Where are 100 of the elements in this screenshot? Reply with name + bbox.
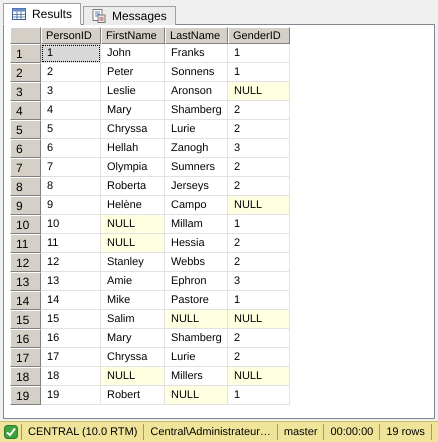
table-cell: Shamberg xyxy=(165,101,228,120)
table-cell: 16 xyxy=(41,329,101,348)
table-cell: Chryssa xyxy=(101,120,165,139)
column-header[interactable]: GenderID xyxy=(228,27,290,44)
row-header[interactable]: 15 xyxy=(10,310,41,329)
table-cell: Robert xyxy=(101,386,165,405)
table-cell: Webbs xyxy=(165,253,228,272)
table-cell: 15 xyxy=(41,310,101,329)
row-header[interactable]: 9 xyxy=(10,196,41,215)
row-header[interactable]: 3 xyxy=(10,82,41,101)
table-cell: NULL xyxy=(165,310,228,329)
table-cell: Campo xyxy=(165,196,228,215)
table-cell: 7 xyxy=(41,158,101,177)
table-cell: 13 xyxy=(41,272,101,291)
row-header[interactable]: 16 xyxy=(10,329,41,348)
table-cell: 3 xyxy=(228,139,290,158)
row-header[interactable]: 10 xyxy=(10,215,41,234)
table-cell: Hellah xyxy=(101,139,165,158)
table-cell: Peter xyxy=(101,63,165,82)
table-cell: Mary xyxy=(101,329,165,348)
table-cell: 2 xyxy=(41,63,101,82)
table-cell: NULL xyxy=(101,367,165,386)
table-cell: Leslie xyxy=(101,82,165,101)
table-cell: Millers xyxy=(165,367,228,386)
table-cell: Lurie xyxy=(165,348,228,367)
column-header[interactable]: PersonID xyxy=(41,27,101,44)
table-cell: NULL xyxy=(228,367,290,386)
table-cell: NULL xyxy=(228,82,290,101)
table-cell: 9 xyxy=(41,196,101,215)
row-header[interactable]: 7 xyxy=(10,158,41,177)
row-header[interactable]: 4 xyxy=(10,101,41,120)
table-cell: 8 xyxy=(41,177,101,196)
table-cell: 1 xyxy=(228,386,290,405)
table-cell: Shamberg xyxy=(165,329,228,348)
table-cell: Salim xyxy=(101,310,165,329)
table-cell: Jerseys xyxy=(165,177,228,196)
row-header[interactable]: 17 xyxy=(10,348,41,367)
table-cell: 2 xyxy=(228,329,290,348)
table-cell: Millam xyxy=(165,215,228,234)
document-icon xyxy=(92,9,106,23)
table-cell: 17 xyxy=(41,348,101,367)
row-header[interactable]: 18 xyxy=(10,367,41,386)
table-cell: 2 xyxy=(228,101,290,120)
table-cell: Mike xyxy=(101,291,165,310)
column-header[interactable]: FirstName xyxy=(101,27,165,44)
status-field: Central\Administrateur… xyxy=(144,424,278,440)
table-cell: Amie xyxy=(101,272,165,291)
row-header[interactable]: 6 xyxy=(10,139,41,158)
table-cell: 1 xyxy=(228,44,290,63)
table-cell: 2 xyxy=(228,253,290,272)
status-field: 00:00:00 xyxy=(324,424,380,440)
table-cell: 4 xyxy=(41,101,101,120)
table-cell: Roberta xyxy=(101,177,165,196)
table-cell: Sumners xyxy=(165,158,228,177)
table-cell: 1 xyxy=(41,44,101,63)
table-cell: Olympia xyxy=(101,158,165,177)
table-cell: NULL xyxy=(101,234,165,253)
table-cell: Franks xyxy=(165,44,228,63)
table-cell: NULL xyxy=(165,386,228,405)
table-cell: John xyxy=(101,44,165,63)
table-cell: 12 xyxy=(41,253,101,272)
table-cell: 14 xyxy=(41,291,101,310)
row-header[interactable]: 19 xyxy=(10,386,41,405)
table-cell: Aronson xyxy=(165,82,228,101)
status-field: CENTRAL (10.0 RTM) xyxy=(22,424,144,440)
column-header[interactable]: LastName xyxy=(165,27,228,44)
status-field: 19 rows xyxy=(380,424,432,440)
row-header[interactable]: 14 xyxy=(10,291,41,310)
table-cell: 2 xyxy=(228,348,290,367)
table-cell: 3 xyxy=(228,272,290,291)
corner-cell xyxy=(10,27,41,44)
table-cell: Stanley xyxy=(101,253,165,272)
row-header[interactable]: 12 xyxy=(10,253,41,272)
table-cell: Ephron xyxy=(165,272,228,291)
table-cell: Pastore xyxy=(165,291,228,310)
table-cell: 1 xyxy=(228,291,290,310)
status-field: master xyxy=(278,424,324,440)
table-cell: 18 xyxy=(41,367,101,386)
table-cell: 6 xyxy=(41,139,101,158)
table-cell: Sonnens xyxy=(165,63,228,82)
table-cell: 2 xyxy=(228,158,290,177)
table-cell: 11 xyxy=(41,234,101,253)
table-cell: 2 xyxy=(228,234,290,253)
tab[interactable]: Messages xyxy=(83,6,176,25)
table-cell: Helène xyxy=(101,196,165,215)
table-cell: Mary xyxy=(101,101,165,120)
row-header[interactable]: 1 xyxy=(10,44,41,63)
row-header[interactable]: 5 xyxy=(10,120,41,139)
table-cell: 3 xyxy=(41,82,101,101)
table-cell: NULL xyxy=(228,196,290,215)
row-header[interactable]: 13 xyxy=(10,272,41,291)
table-cell: 5 xyxy=(41,120,101,139)
table-cell: Chryssa xyxy=(101,348,165,367)
row-header[interactable]: 11 xyxy=(10,234,41,253)
table-cell: 19 xyxy=(41,386,101,405)
tab[interactable]: Results xyxy=(3,3,82,25)
table-cell: 1 xyxy=(228,215,290,234)
row-header[interactable]: 8 xyxy=(10,177,41,196)
row-header[interactable]: 2 xyxy=(10,63,41,82)
table-cell: Zanogh xyxy=(165,139,228,158)
